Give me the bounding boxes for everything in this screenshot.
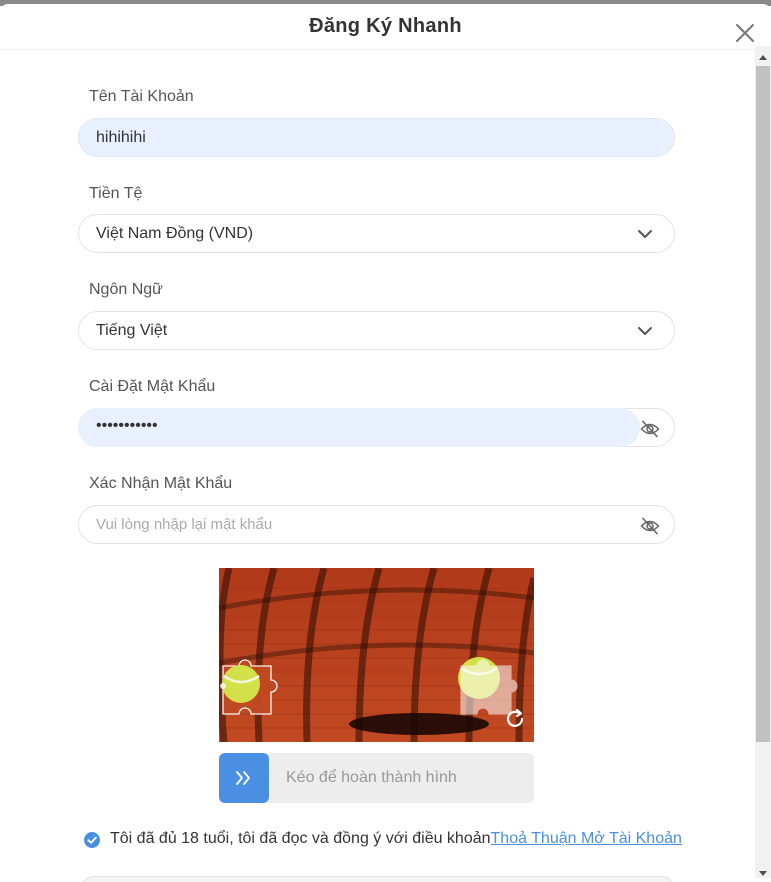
currency-label: Tiền Tệ bbox=[89, 185, 143, 202]
currency-select[interactable]: Việt Nam Đồng (VND) bbox=[78, 214, 675, 253]
modal-title: Đăng Ký Nhanh bbox=[309, 15, 462, 37]
scroll-thumb[interactable] bbox=[756, 66, 770, 742]
close-icon[interactable] bbox=[734, 22, 756, 44]
confirm-password-placeholder: Vui lòng nhập lại mật khẩu bbox=[96, 516, 273, 533]
terms-text: Tôi đã đủ 18 tuổi, tôi đã đọc và đồng ý … bbox=[110, 830, 491, 847]
check-circle-icon[interactable] bbox=[84, 832, 100, 848]
captcha-scene bbox=[219, 568, 534, 742]
slider-hint: Kéo để hoàn thành hình bbox=[286, 769, 457, 786]
captcha-slider[interactable]: Kéo để hoàn thành hình bbox=[219, 753, 534, 803]
terms-link[interactable]: Thoả Thuận Mở Tài Khoản bbox=[491, 830, 682, 847]
register-modal: Đăng Ký Nhanh Tên Tài Khoản hihihihi Tiề… bbox=[0, 4, 771, 882]
refresh-icon[interactable] bbox=[502, 706, 528, 732]
eye-off-icon[interactable] bbox=[640, 517, 660, 535]
language-select[interactable]: Tiếng Việt bbox=[78, 311, 675, 350]
username-label: Tên Tài Khoản bbox=[89, 88, 194, 105]
scrollbar[interactable] bbox=[755, 46, 771, 878]
language-label: Ngôn Ngữ bbox=[89, 281, 163, 298]
submit-button[interactable] bbox=[82, 876, 674, 882]
scroll-up-arrow[interactable] bbox=[759, 55, 767, 60]
confirm-password-field[interactable]: Vui lòng nhập lại mật khẩu bbox=[78, 505, 675, 544]
captcha-image bbox=[219, 568, 534, 742]
password-label: Cài Đặt Mật Khẩu bbox=[89, 378, 216, 395]
chevron-down-icon bbox=[638, 230, 652, 238]
double-chevron-right-icon bbox=[236, 771, 250, 785]
password-value: ••••••••••• bbox=[96, 417, 158, 434]
terms-text-wrap: Tôi đã đủ 18 tuổi, tôi đã đọc và đồng ý … bbox=[110, 830, 682, 848]
modal-header: Đăng Ký Nhanh bbox=[0, 4, 771, 50]
language-value: Tiếng Việt bbox=[96, 322, 168, 339]
username-value: hihihihi bbox=[96, 129, 146, 146]
password-autofill-bg bbox=[78, 408, 640, 447]
captcha-puzzle-piece bbox=[220, 659, 278, 715]
currency-value: Việt Nam Đồng (VND) bbox=[96, 225, 254, 242]
chevron-down-icon bbox=[638, 327, 652, 335]
confirm-password-label: Xác Nhận Mật Khẩu bbox=[89, 475, 233, 492]
scroll-down-arrow[interactable] bbox=[759, 871, 767, 876]
password-field[interactable]: ••••••••••• bbox=[78, 408, 675, 447]
eye-off-icon[interactable] bbox=[640, 420, 660, 438]
username-field[interactable]: hihihihi bbox=[78, 118, 675, 157]
slider-handle[interactable] bbox=[219, 753, 269, 803]
